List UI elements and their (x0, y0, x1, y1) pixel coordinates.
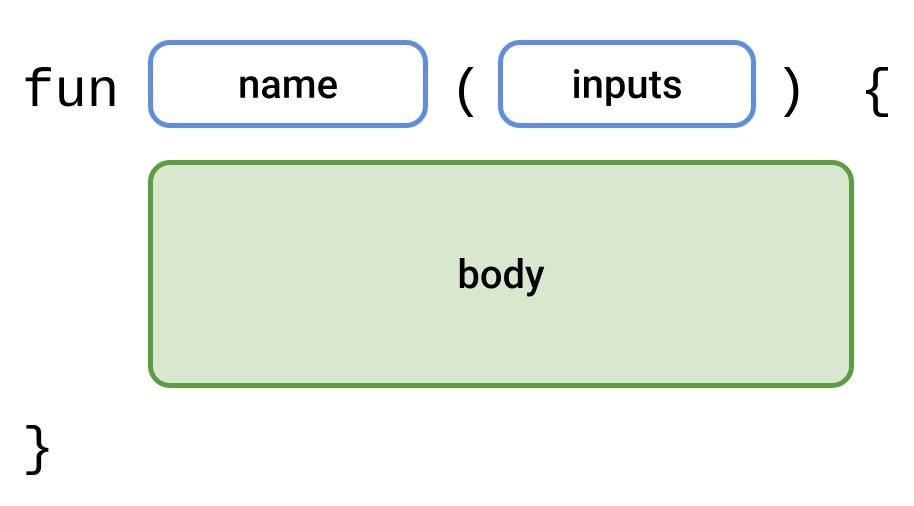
close-brace: } (22, 420, 54, 481)
inputs-placeholder-box: inputs (498, 40, 756, 128)
open-brace: { (860, 62, 892, 123)
body-placeholder-box: body (148, 160, 854, 388)
body-placeholder-label: body (457, 251, 544, 298)
open-paren: ( (450, 62, 482, 123)
close-paren: ) (775, 62, 807, 123)
inputs-placeholder-label: inputs (571, 61, 682, 108)
name-placeholder-label: name (238, 61, 338, 108)
function-syntax-diagram: fun name ( inputs ) { body } (0, 0, 914, 506)
fun-keyword: fun (22, 62, 119, 123)
name-placeholder-box: name (148, 40, 428, 128)
